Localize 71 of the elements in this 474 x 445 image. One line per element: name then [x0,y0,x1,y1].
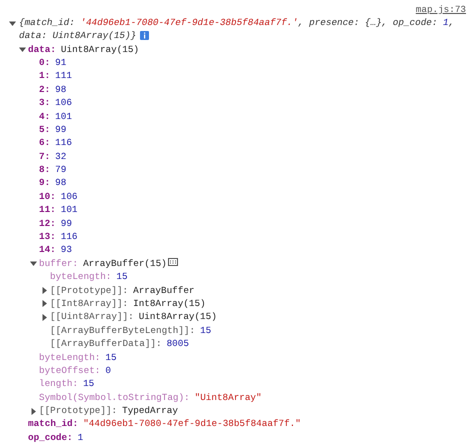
property-key: [[Uint8Array]]: [50,310,134,324]
expand-arrow-icon[interactable] [30,408,37,415]
property-value: Uint8Array(15) [60,42,140,56]
property-value: "Uint8Array" [194,390,262,405]
property-key: 13: [39,230,56,244]
property-key: 1: [39,69,50,84]
property-value: "44d96eb1-7080-47ef-9d1e-38b5f84aaf7f." [83,417,301,432]
property-value: ArrayBuffer [133,284,194,298]
property-value: 8005 [166,337,189,352]
property-value: 101 [55,110,72,124]
property-value: TypedArray [122,404,178,418]
property-key: Symbol(Symbol.toStringTag): [39,390,190,405]
property-value: 15 [200,324,212,338]
expand-arrow-icon[interactable] [41,314,48,321]
property-key: 2: [39,82,50,97]
property-key: [[Int8Array]]: [50,296,128,311]
property-key: 14: [39,243,56,258]
expand-arrow-icon[interactable] [41,287,48,294]
memory-icon[interactable] [168,258,178,266]
property-key: byteOffset: [39,364,100,378]
property-key: 7: [39,150,50,164]
property-value: Uint8Array(15) [138,310,217,324]
property-key: [[Prototype]]: [39,404,118,418]
collapse-arrow-icon[interactable] [19,46,26,53]
property-value: 1 [78,430,84,445]
property-value: 32 [55,150,66,164]
property-value: 106 [55,96,72,110]
property-value: 106 [60,190,78,204]
property-key: 10: [39,190,56,204]
property-key: 4: [39,110,50,124]
property-value: 101 [60,203,78,218]
property-value: 15 [105,350,117,364]
property-value: 111 [55,69,72,84]
property-value: 98 [55,82,66,97]
property-value: 93 [60,243,72,258]
property-key: length: [39,377,78,392]
property-key: data: [28,42,56,56]
property-value: 15 [116,270,128,284]
property-key: buffer: [39,256,78,271]
property-key: op_code: [28,430,73,445]
property-value: Int8Array(15) [133,296,206,311]
property-value: 116 [60,230,78,244]
collapse-arrow-icon[interactable] [30,260,37,268]
property-value: 99 [60,216,72,231]
property-key: [[ArrayBufferData]]: [50,337,162,352]
property-value: 79 [55,163,66,177]
property-key: 9: [39,176,50,190]
source-link[interactable]: map.js:73 [416,3,466,16]
property-value: 0 [105,364,111,378]
property-key: 3: [39,96,50,110]
property-key: byteLength: [39,350,100,364]
property-key: byteLength: [50,270,112,284]
property-value: 15 [83,377,94,392]
property-value: 99 [55,122,66,137]
property-value: 98 [55,176,66,190]
property-key: match_id: [28,417,78,432]
property-key: [[ArrayBufferByteLength]]: [50,324,196,338]
collapse-arrow-icon[interactable] [9,20,16,27]
property-key: 5: [39,122,50,137]
property-value: 91 [55,56,66,70]
info-icon[interactable] [140,31,150,40]
property-key: 12: [39,216,56,231]
property-key: 8: [39,163,50,177]
property-key: [[Prototype]]: [50,284,128,298]
property-key: 11: [39,203,56,218]
object-summary[interactable]: {match_id: '44d96eb1-7080-47ef-9d1e-38b5f84aaf7f.', presence: {…}, op_code: 1, data: Uint8Array(15)} [19,16,459,43]
property-value: ArrayBuffer(15) [83,256,167,271]
property-key: 6: [39,136,50,150]
property-key: 0: [39,56,50,70]
expand-arrow-icon[interactable] [41,300,48,308]
property-value: 116 [55,136,72,150]
